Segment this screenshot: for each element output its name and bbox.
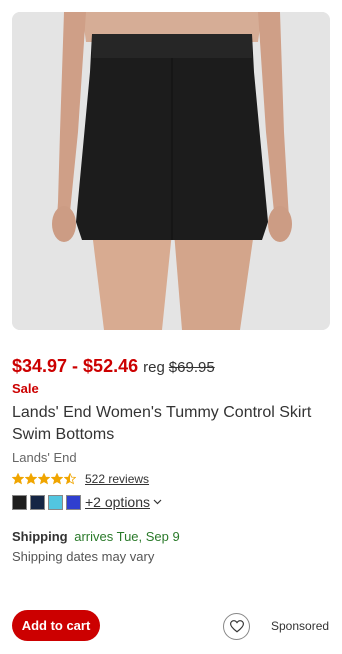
product-image[interactable] [12, 12, 330, 330]
shipping-label: Shipping [12, 529, 68, 544]
favorite-button[interactable] [223, 613, 250, 640]
color-swatch[interactable] [66, 494, 81, 510]
price-range: $34.97 - $52.46 [12, 356, 139, 376]
shipping-note: Shipping dates may vary [12, 549, 155, 564]
heart-icon [229, 620, 244, 633]
shipping-arrival: arrives Tue, Sep 9 [74, 529, 180, 544]
color-swatch[interactable] [12, 494, 27, 510]
star-icon [38, 473, 50, 485]
more-options-label: +2 options [85, 494, 150, 510]
brand-name[interactable]: Lands' End [12, 450, 77, 465]
color-swatch[interactable] [30, 494, 45, 510]
reviews-link[interactable]: 522 reviews [85, 472, 149, 486]
sponsored-label: Sponsored [271, 619, 330, 633]
add-to-cart-button[interactable]: Add to cart [12, 610, 100, 641]
price-row: $34.97 - $52.46 reg $69.95 [12, 356, 215, 377]
product-title[interactable]: Lands' End Women's Tummy Control Skirt S… [12, 402, 332, 446]
star-rating [12, 473, 77, 485]
reg-label: reg [143, 359, 165, 376]
color-swatch[interactable] [48, 494, 63, 510]
chevron-down-icon [153, 497, 162, 508]
star-icon [25, 473, 37, 485]
sale-badge: Sale [12, 381, 39, 396]
color-swatch-row: +2 options [12, 494, 162, 510]
rating-row: 522 reviews [12, 472, 149, 486]
product-photo [12, 12, 330, 330]
star-icon [12, 473, 24, 485]
regular-price: $69.95 [168, 359, 215, 376]
shipping-row: Shipping arrives Tue, Sep 9 [12, 529, 180, 544]
more-options-link[interactable]: +2 options [85, 494, 162, 510]
color-swatches [12, 494, 84, 510]
star-icon [51, 473, 63, 485]
star-icon [64, 473, 76, 485]
